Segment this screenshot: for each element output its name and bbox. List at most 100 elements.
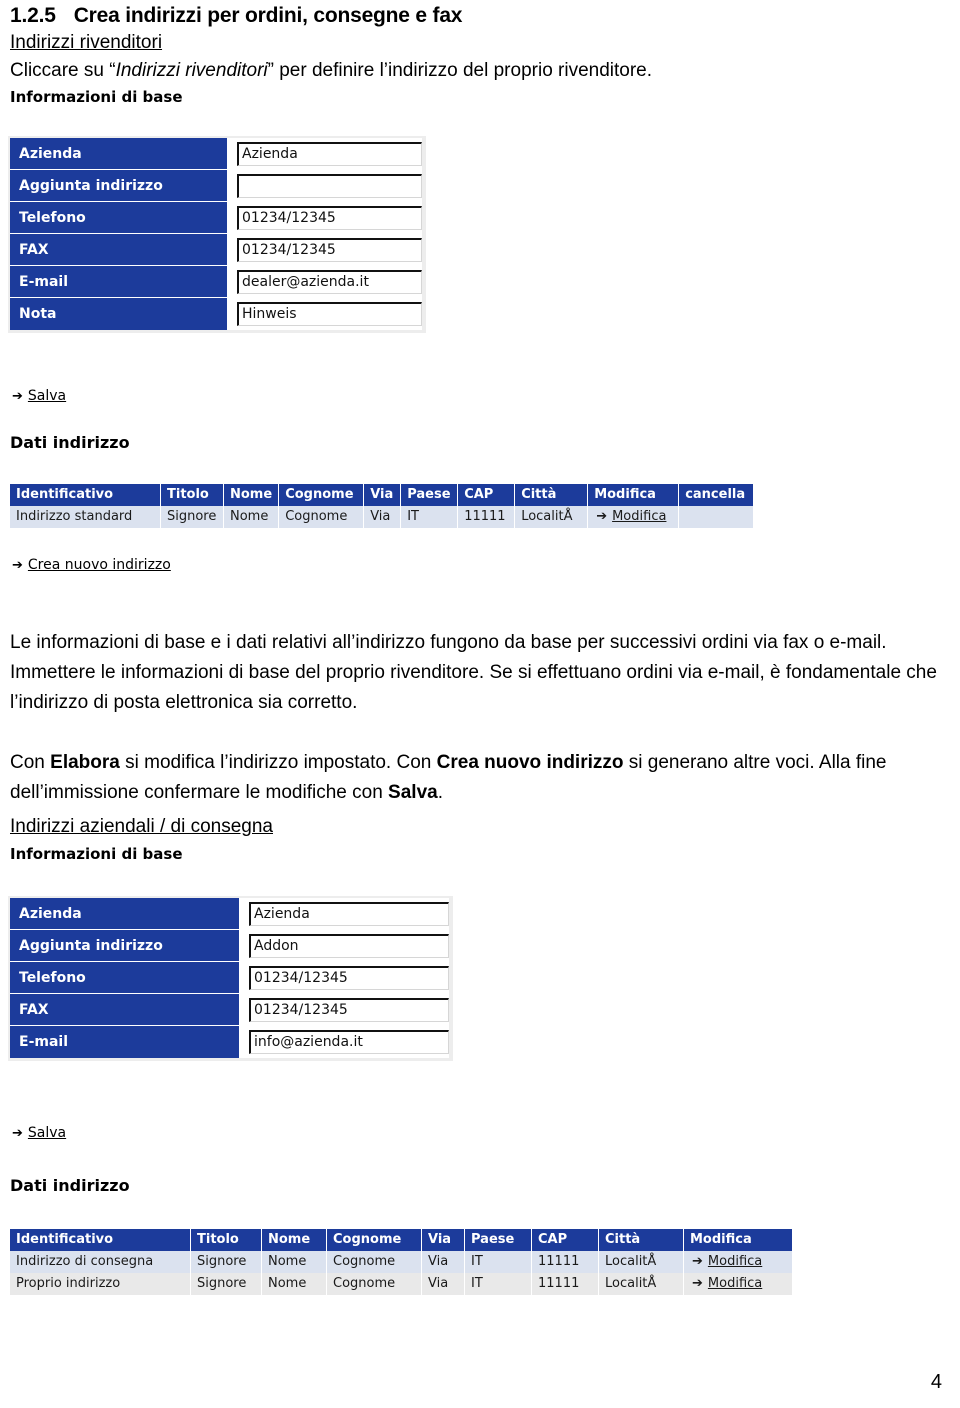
- shot1-title: Informazioni di base: [10, 88, 183, 106]
- modifica-link-label: Modifica: [707, 1276, 763, 1291]
- cancella-cell[interactable]: [678, 506, 754, 528]
- table-cell: Via: [421, 1251, 465, 1273]
- form-row: E-mail dealer@azienda.it: [10, 266, 422, 298]
- table-cell: Proprio indirizzo: [10, 1273, 191, 1295]
- form-row: E-mail info@azienda.it: [10, 1026, 449, 1058]
- field-label: Nota: [10, 298, 227, 330]
- field-cell: Hinweis: [227, 298, 422, 330]
- table-cell: Cognome: [326, 1273, 422, 1295]
- column-header: CAP: [531, 1229, 599, 1251]
- company-form-table: Azienda Azienda Aggiunta indirizzo Addon Tel…: [10, 898, 449, 1058]
- table-row: Proprio indirizzo Signore Nome Cognome Via IT…: [10, 1273, 792, 1295]
- field-label: FAX: [10, 994, 239, 1026]
- modifica-cell[interactable]: ➔ Modifica: [587, 506, 680, 528]
- text-input-nota[interactable]: Hinweis: [237, 302, 422, 326]
- modifica-cell[interactable]: ➔ Modifica: [683, 1251, 792, 1273]
- field-label: Aggiunta indirizzo: [10, 170, 227, 202]
- arrow-icon: ➔: [596, 509, 608, 524]
- intro-paragraph-dealer: Cliccare su “Indirizzi rivenditori” per …: [10, 56, 950, 86]
- section-number: 1.2.5: [10, 4, 56, 27]
- table-cell: Via: [421, 1273, 465, 1295]
- table-cell: Cognome: [326, 1251, 422, 1273]
- text-input-aggiunta-indirizzo[interactable]: Addon: [249, 934, 449, 958]
- table-cell: IT: [400, 506, 459, 528]
- table-cell: 11111: [531, 1251, 599, 1273]
- field-label: E-mail: [10, 1026, 239, 1058]
- page-title: 1.2.5 Crea indirizzi per ordini, consegne…: [10, 4, 462, 28]
- text-input-e-mail[interactable]: info@azienda.it: [249, 1030, 449, 1054]
- table-cell: Signore: [190, 1273, 262, 1295]
- text-input-fax[interactable]: 01234/12345: [237, 238, 422, 262]
- company-grid-title: Dati indirizzo: [10, 1176, 130, 1195]
- company-address-grid: Identificativo Titolo Nome Cognome Via Paese C…: [10, 1229, 792, 1295]
- column-header: Città: [598, 1229, 684, 1251]
- field-label: Aggiunta indirizzo: [10, 930, 239, 962]
- company-save-label: Salva: [27, 1125, 67, 1141]
- text-input-telefono[interactable]: 01234/12345: [249, 966, 449, 990]
- column-header: Cognome: [326, 1229, 422, 1251]
- column-header: Identificativo: [10, 1229, 191, 1251]
- table-row: Indirizzo standard Signore Nome Cognome Via I…: [10, 506, 754, 528]
- column-header: Cognome: [278, 484, 365, 506]
- company-address-grid-wrap: Identificativo Titolo Nome Cognome Via Paese C…: [10, 1229, 792, 1295]
- company-basic-info-form: Azienda Azienda Aggiunta indirizzo Addon Tel…: [8, 896, 453, 1061]
- field-cell: Addon: [239, 930, 449, 962]
- dealer-create-new-address-link[interactable]: ➔ Crea nuovo indirizzo: [12, 557, 171, 573]
- dealer-form-table: Azienda Azienda Aggiunta indirizzo Telefon…: [10, 138, 422, 330]
- table-header-row: Identificativo Titolo Nome Cognome Via Paese C…: [10, 1229, 792, 1251]
- field-cell: 01234/12345: [227, 234, 422, 266]
- arrow-icon: ➔: [692, 1254, 703, 1269]
- section-title-text: Crea indirizzi per ordini, consegne e fa…: [73, 4, 463, 27]
- table-cell: LocalitÅ: [598, 1251, 684, 1273]
- table-cell: Via: [363, 506, 402, 528]
- text-input-azienda[interactable]: Azienda: [249, 902, 449, 926]
- subheading-company-addresses: Indirizzi aziendali / di consegna: [10, 816, 273, 837]
- table-cell: 11111: [531, 1273, 599, 1295]
- table-cell: LocalitÅ: [514, 506, 589, 528]
- field-cell: Azienda: [227, 138, 422, 170]
- column-header: Titolo: [160, 484, 224, 506]
- field-label: Telefono: [10, 202, 227, 234]
- page-number: 4: [930, 1371, 942, 1393]
- form-row: Nota Hinweis: [10, 298, 422, 330]
- text-input-e-mail[interactable]: dealer@azienda.it: [237, 270, 422, 294]
- modifica-cell[interactable]: ➔ Modifica: [683, 1273, 792, 1295]
- dealer-address-grid-wrap: Identificativo Titolo Nome Cognome Via Paese C…: [10, 484, 754, 528]
- table-cell: Cognome: [278, 506, 365, 528]
- column-header: Nome: [223, 484, 280, 506]
- column-header: Modifica: [587, 484, 680, 506]
- table-cell: 11111: [457, 506, 516, 528]
- text-run: Le informazioni di base e i dati relativ…: [10, 632, 937, 713]
- column-header: Via: [421, 1229, 465, 1251]
- text-input-fax[interactable]: 01234/12345: [249, 998, 449, 1022]
- text-input-telefono[interactable]: 01234/12345: [237, 206, 422, 230]
- arrow-icon: ➔: [12, 389, 23, 404]
- field-cell: info@azienda.it: [239, 1026, 449, 1058]
- column-header: cancella: [678, 484, 754, 506]
- arrow-icon: ➔: [12, 558, 23, 573]
- text-input-aggiunta-indirizzo[interactable]: [237, 174, 422, 198]
- form-row: Aggiunta indirizzo: [10, 170, 422, 202]
- column-header: Città: [514, 484, 589, 506]
- field-cell: [227, 170, 422, 202]
- field-cell: 01234/12345: [239, 994, 449, 1026]
- field-cell: dealer@azienda.it: [227, 266, 422, 298]
- form-row: Telefono 01234/12345: [10, 962, 449, 994]
- table-cell: LocalitÅ: [598, 1273, 684, 1295]
- table-cell: Nome: [261, 1273, 327, 1295]
- column-header: Paese: [400, 484, 459, 506]
- column-header: Titolo: [190, 1229, 262, 1251]
- dealer-save-link[interactable]: ➔ Salva: [12, 388, 66, 404]
- form-row: FAX 01234/12345: [10, 994, 449, 1026]
- table-cell: Indirizzo standard: [10, 506, 161, 528]
- table-cell: Indirizzo di consegna: [10, 1251, 191, 1273]
- text-input-azienda[interactable]: Azienda: [237, 142, 422, 166]
- field-label: Azienda: [10, 138, 227, 170]
- column-header: Nome: [261, 1229, 327, 1251]
- table-cell: Nome: [261, 1251, 327, 1273]
- dealer-address-grid: Identificativo Titolo Nome Cognome Via Paese C…: [10, 484, 754, 528]
- table-cell: Signore: [190, 1251, 262, 1273]
- field-label: Azienda: [10, 898, 239, 930]
- company-save-link[interactable]: ➔ Salva: [12, 1125, 66, 1141]
- column-header: Modifica: [683, 1229, 792, 1251]
